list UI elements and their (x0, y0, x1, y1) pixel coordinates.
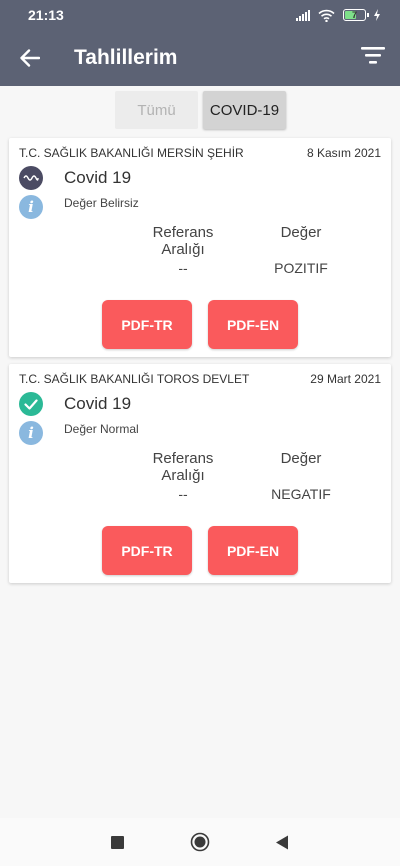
wifi-icon (318, 9, 335, 22)
value-header: Değer (280, 450, 322, 467)
result-note: Değer Normal (64, 422, 139, 436)
result-card: T.C. SAĞLIK BAKANLIĞI MERSİN ŞEHİR 8 Kas… (9, 138, 391, 357)
test-name: Covid 19 (64, 394, 132, 413)
institution-name: T.C. SAĞLIK BAKANLIĞI MERSİN ŞEHİR (19, 146, 244, 160)
result-card: T.C. SAĞLIK BAKANLIĞI TOROS DEVLET 29 Ma… (9, 364, 391, 583)
card-header: T.C. SAĞLIK BAKANLIĞI TOROS DEVLET 29 Ma… (19, 372, 381, 386)
info-icon: i (19, 195, 43, 219)
card-header: T.C. SAĞLIK BAKANLIĞI MERSİN ŞEHİR 8 Kas… (19, 146, 381, 160)
filter-icon (361, 47, 385, 64)
filter-button[interactable] (360, 44, 388, 72)
battery-level: 7 (351, 10, 357, 20)
test-name: Covid 19 (64, 168, 132, 187)
result-note: Değer Belirsiz (64, 196, 139, 210)
status-bar: 21:13 7 (0, 0, 400, 30)
square-icon (110, 835, 124, 849)
pdf-tr-button[interactable]: PDF-TR (102, 526, 192, 575)
info-icon: i (19, 421, 43, 445)
tab-covid-19[interactable]: COVID-19 (203, 91, 286, 129)
triangle-back-icon (276, 835, 288, 849)
home-circle-icon (190, 832, 210, 852)
ref-range-value: -- (178, 486, 188, 502)
home-button[interactable] (190, 832, 210, 852)
tab-all[interactable]: Tümü (115, 91, 198, 129)
ref-range-header: Referans Aralığı (152, 450, 214, 484)
value-header: Değer (280, 224, 322, 241)
charging-icon (374, 9, 380, 21)
status-icons: 7 (296, 9, 380, 22)
page-title: Tahlillerim (74, 46, 178, 69)
filter-tabs: Tümü COVID-19 (0, 91, 400, 129)
battery-icon: 7 (343, 9, 369, 21)
recent-apps-button[interactable] (107, 832, 127, 852)
result-value: NEGATIF (271, 486, 331, 502)
pdf-en-button[interactable]: PDF-EN (208, 526, 298, 575)
app-bar: Tahlillerim (0, 30, 400, 86)
pdf-en-button[interactable]: PDF-EN (208, 300, 298, 349)
result-value: POZITIF (274, 260, 328, 276)
pdf-tr-button[interactable]: PDF-TR (102, 300, 192, 349)
arrow-back-icon (20, 49, 40, 67)
result-date: 29 Mart 2021 (310, 372, 381, 386)
status-time: 21:13 (28, 7, 64, 23)
system-back-button[interactable] (272, 832, 292, 852)
back-button[interactable] (2, 30, 58, 86)
signal-icon (296, 9, 310, 21)
ref-range-value: -- (178, 260, 188, 276)
result-date: 8 Kasım 2021 (306, 146, 381, 160)
ref-range-header: Referans Aralığı (152, 224, 214, 258)
check-icon (19, 392, 43, 416)
system-nav-bar (0, 818, 400, 866)
wave-icon (19, 166, 43, 190)
institution-name: T.C. SAĞLIK BAKANLIĞI TOROS DEVLET (19, 372, 250, 386)
